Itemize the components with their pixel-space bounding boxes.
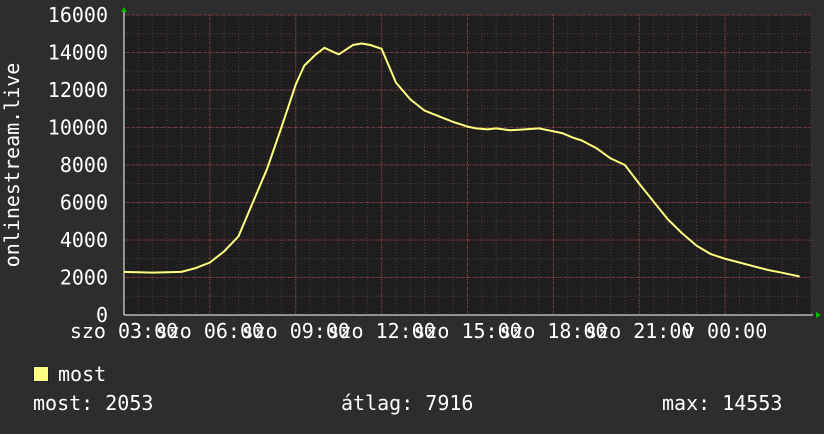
y-tick-label: 12000 — [48, 78, 108, 102]
y-tick-label: 6000 — [60, 191, 108, 215]
stat-current: most: 2053 — [33, 391, 154, 415]
stat-average: átlag: 7916 — [341, 391, 474, 415]
legend: most — [33, 362, 106, 386]
y-tick-label: 16000 — [48, 3, 108, 27]
y-axis-arrow — [121, 7, 127, 12]
y-tick-label: 14000 — [48, 41, 108, 65]
y-tick-label: 4000 — [60, 228, 108, 252]
chart-svg: 0200040006000800010000120001400016000szo… — [0, 3, 821, 343]
y-tick-label: 2000 — [60, 266, 108, 290]
y-axis-title: onlinestream.live — [0, 63, 24, 268]
y-tick-label: 8000 — [60, 153, 108, 177]
chart: 0 2000 4000 6000 8000 10000 12000 14000 16000 szo… — [0, 0, 824, 430]
x-tick-label: v 00:00 — [683, 319, 767, 343]
legend-label-most: most — [58, 362, 107, 386]
x-tick-label: szo 21:00 — [585, 319, 693, 343]
x-axis-arrow — [816, 312, 821, 318]
legend-swatch-most — [33, 366, 49, 382]
stat-maximum: max: 14553 — [662, 391, 783, 415]
y-tick-label: 10000 — [48, 116, 108, 140]
